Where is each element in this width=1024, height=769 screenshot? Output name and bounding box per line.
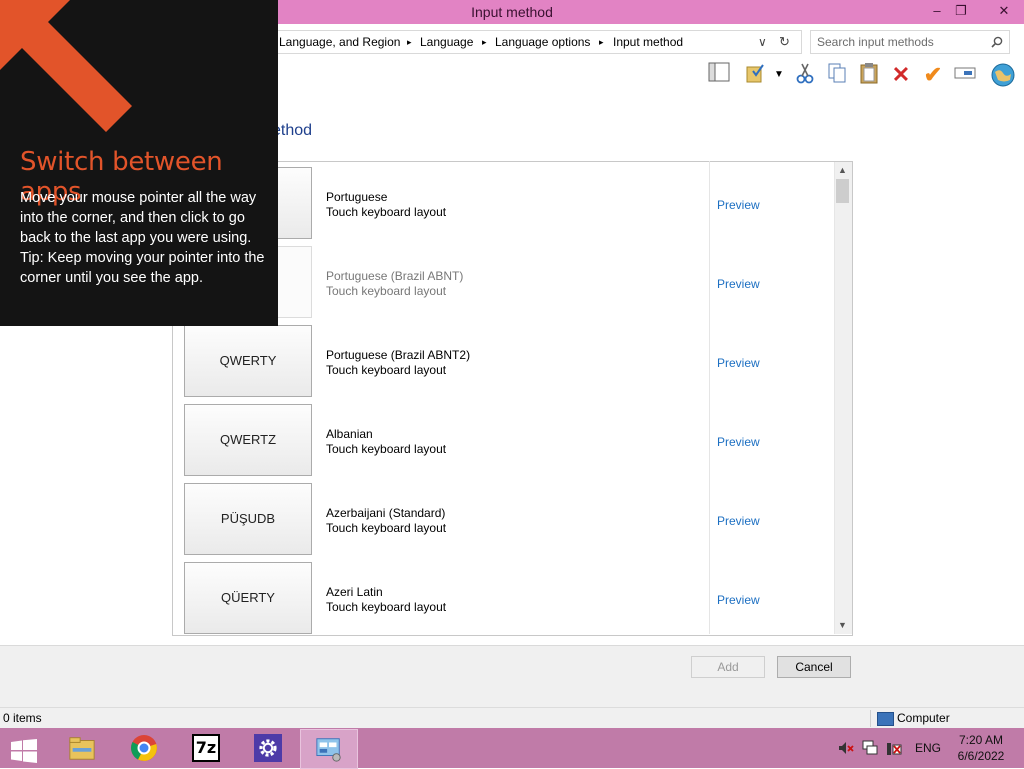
gear-icon — [254, 734, 282, 762]
address-dropdown-icon[interactable]: ∨ — [758, 31, 767, 53]
breadcrumb-language[interactable]: Language — [420, 31, 473, 53]
item-name: Azerbaijani (Standard) — [326, 506, 446, 520]
control-panel-icon — [316, 738, 341, 762]
clock-time[interactable]: 7:20 AM — [956, 733, 1006, 747]
status-computer-label: Computer — [897, 711, 950, 725]
breadcrumb-separator: ▸ — [599, 37, 604, 47]
search-input[interactable]: Search input methods — [810, 30, 1010, 54]
dialog-footer — [0, 645, 1024, 708]
status-item-count: 0 items — [3, 711, 42, 725]
clock-date[interactable]: 6/6/2022 — [956, 749, 1006, 763]
scroll-thumb[interactable] — [836, 179, 849, 203]
status-divider — [870, 710, 871, 727]
rename-icon[interactable] — [952, 62, 978, 88]
address-bar[interactable]: Language, and Region ▸ Language ▸ Langua… — [270, 30, 802, 54]
preview-link[interactable]: Preview — [717, 356, 760, 370]
preview-link[interactable]: Preview — [717, 277, 760, 291]
add-button[interactable]: Add — [691, 656, 765, 678]
computer-icon — [877, 712, 894, 726]
preview-link[interactable]: Preview — [717, 435, 760, 449]
taskbar-chrome[interactable] — [116, 729, 172, 767]
taskbar-control-panel[interactable] — [300, 729, 358, 769]
scroll-up-icon[interactable]: ▲ — [834, 163, 851, 177]
preview-link[interactable]: Preview — [717, 514, 760, 528]
item-subtitle: Touch keyboard layout — [326, 600, 447, 614]
item-name: Portuguese (Brazil ABNT) — [326, 269, 464, 283]
item-subtitle: Touch keyboard layout — [326, 284, 447, 298]
globe-icon[interactable] — [990, 62, 1016, 88]
list-item[interactable]: QÜERTY Azeri Latin Touch keyboard layout… — [173, 559, 833, 635]
network-icon[interactable] — [862, 740, 878, 756]
list-item[interactable]: QWERTY Portuguese (Brazil ABNT2) Touch k… — [173, 322, 833, 401]
keyboard-preview-tile: QWERTY — [184, 325, 312, 397]
cancel-button[interactable]: Cancel — [777, 656, 851, 678]
item-subtitle: Touch keyboard layout — [326, 442, 447, 456]
taskbar-file-explorer[interactable] — [54, 729, 110, 767]
dropdown-arrow-icon[interactable]: ▼ — [766, 62, 792, 88]
tip-hint: Tip: Keep moving your pointer into the c… — [20, 250, 265, 286]
list-item[interactable]: PÜŞUDB Azerbaijani (Standard) Touch keyb… — [173, 480, 833, 559]
tip-text: Move your mouse pointer all the way into… — [20, 190, 257, 246]
delete-icon[interactable]: ✕ — [888, 62, 914, 88]
tip-body: Move your mouse pointer all the way into… — [20, 188, 268, 288]
item-name: Azeri Latin — [326, 585, 383, 599]
paste-icon[interactable] — [856, 62, 882, 88]
vertical-scrollbar[interactable] — [834, 162, 852, 634]
item-subtitle: Touch keyboard layout — [326, 205, 447, 219]
input-language-indicator[interactable]: ENG — [915, 741, 941, 755]
keyboard-preview-tile: PÜŞUDB — [184, 483, 312, 555]
keyboard-preview-tile: QÜERTY — [184, 562, 312, 634]
checkmark-icon[interactable]: ✔ — [920, 62, 946, 88]
item-name: Portuguese (Brazil ABNT2) — [326, 348, 471, 362]
taskbar-settings[interactable] — [240, 729, 296, 767]
breadcrumb-language-options[interactable]: Language options — [495, 31, 590, 53]
action-center-icon[interactable] — [886, 740, 902, 756]
page-heading: ethod — [272, 122, 313, 139]
switch-apps-tip-overlay: Switch between apps Move your mouse poin… — [0, 0, 278, 326]
search-icon[interactable] — [991, 36, 1003, 48]
breadcrumb-input-method[interactable]: Input method — [613, 31, 683, 53]
status-bar: 0 items Computer — [0, 707, 1024, 729]
windows-logo-icon — [11, 739, 37, 763]
taskbar: 7z — [0, 728, 1024, 769]
start-button[interactable] — [0, 729, 56, 767]
toolbar: ▼ ✕ ✔ — [700, 60, 1024, 90]
7zip-icon: 7z — [192, 734, 220, 762]
close-button[interactable]: ✕ — [984, 0, 1024, 22]
item-name: Portuguese — [326, 190, 388, 204]
scroll-down-icon[interactable]: ▼ — [834, 618, 851, 632]
chrome-icon — [131, 735, 157, 761]
item-subtitle: Touch keyboard layout — [326, 363, 447, 377]
arrow-up-left-icon — [0, 0, 132, 132]
preview-link[interactable]: Preview — [717, 198, 760, 212]
item-name: Albanian — [326, 427, 373, 441]
breadcrumb-separator: ▸ — [482, 37, 487, 47]
column-divider — [709, 161, 710, 634]
refresh-icon[interactable]: ↻ — [779, 31, 790, 53]
list-item[interactable]: QWERTZ Albanian Touch keyboard layout Pr… — [173, 401, 833, 480]
breadcrumb-language-region[interactable]: Language, and Region — [279, 31, 400, 53]
preview-link[interactable]: Preview — [717, 593, 760, 607]
restore-button[interactable]: ❐ — [946, 0, 976, 22]
keyboard-preview-tile: QWERTZ — [184, 404, 312, 476]
copy-icon[interactable] — [824, 62, 850, 88]
speaker-muted-icon[interactable] — [838, 741, 854, 755]
item-subtitle: Touch keyboard layout — [326, 521, 447, 535]
cut-icon[interactable] — [792, 62, 818, 88]
layout-pane-icon[interactable] — [706, 62, 732, 88]
search-placeholder: Search input methods — [817, 35, 934, 49]
taskbar-7zip[interactable]: 7z — [178, 729, 234, 767]
breadcrumb-separator: ▸ — [407, 37, 412, 47]
folder-icon — [69, 737, 95, 760]
